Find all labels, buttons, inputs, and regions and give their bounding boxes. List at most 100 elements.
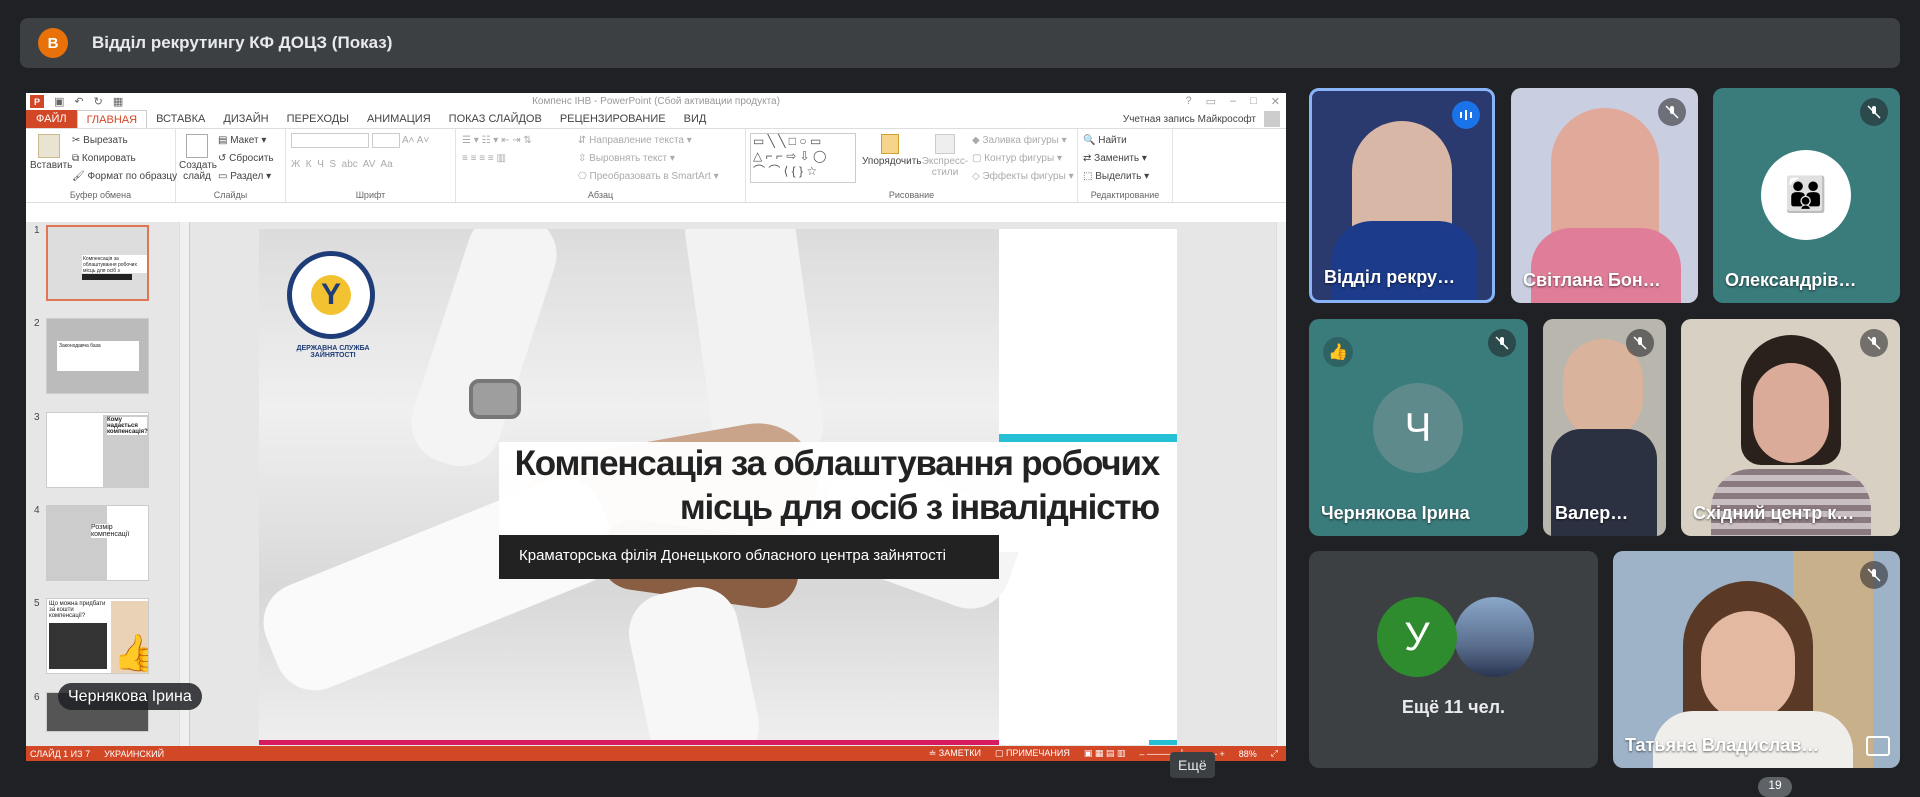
tab-design[interactable]: ДИЗАЙН xyxy=(214,110,277,128)
reset-button[interactable]: ↺ Сбросить xyxy=(218,150,274,168)
text-direction-button[interactable]: ⇵ Направление текста ▾ xyxy=(578,132,719,150)
section-button[interactable]: ▭ Раздел ▾ xyxy=(218,168,274,186)
select-label: Выделить xyxy=(1095,171,1142,182)
close-icon[interactable]: ✕ xyxy=(1271,95,1280,108)
underline-button[interactable]: Ч xyxy=(317,159,324,170)
shape-fill-button[interactable]: ◆ Заливка фигуры ▾ xyxy=(972,132,1074,150)
font-size-box[interactable] xyxy=(371,132,400,148)
ppt-window-title: Компенс ІНВ - PowerPoint (Сбой активации… xyxy=(532,96,780,107)
find-button[interactable]: 🔍 Найти xyxy=(1083,132,1167,150)
others-avatar: У xyxy=(1377,597,1457,677)
slide-scrollbar[interactable] xyxy=(1276,222,1286,746)
group-drawing: ▭ ╲ ╲ □ ○ ▭ △ ⌐ ⌐ ⇨ ⇩ ◯ ⌒ ⌒ ⟨ { } ☆ Упоряд… xyxy=(746,129,1078,202)
tab-home[interactable]: ГЛАВНАЯ xyxy=(76,110,148,128)
tab-file[interactable]: ФАЙЛ xyxy=(26,110,77,128)
participant-tile-4[interactable]: 👍 Ч Чернякова Ірина xyxy=(1309,319,1528,536)
shadow-button[interactable]: S xyxy=(329,159,336,170)
logo-text: ДЕРЖАВНА СЛУЖБА ЗАЙНЯТОСТІ xyxy=(296,345,370,359)
paste-button[interactable]: Вставить xyxy=(30,132,72,171)
window-controls: ? ▭ – □ ✕ xyxy=(1185,95,1280,108)
tab-slideshow[interactable]: ПОКАЗ СЛАЙДОВ xyxy=(440,110,551,128)
ribbon-display-icon[interactable]: ▭ xyxy=(1206,95,1216,108)
participant-tile-2[interactable]: Світлана Бон… xyxy=(1511,88,1698,303)
slide-subtitle-box[interactable]: Краматорська філія Донецького обласного … xyxy=(499,535,999,579)
quick-styles-label: Экспресс-стили xyxy=(921,156,969,178)
select-button[interactable]: ⬚ Выделить ▾ xyxy=(1083,168,1167,186)
picture-in-picture-icon[interactable] xyxy=(1866,736,1890,756)
others-tile[interactable]: У Ещё 11 чел. xyxy=(1309,551,1598,768)
participant-tile-6[interactable]: Східний центр к… xyxy=(1681,319,1900,536)
participant-tile-3[interactable]: 👪 Олександрів… xyxy=(1713,88,1900,303)
shape-fill-label: Заливка фигуры xyxy=(982,135,1059,146)
slide-thumbnail-2[interactable]: Законодавча база xyxy=(46,318,149,394)
comments-label: ПРИМЕЧАНИЯ xyxy=(1005,748,1070,758)
notes-button[interactable]: ≐ ЗАМЕТКИ xyxy=(929,748,981,759)
help-icon[interactable]: ? xyxy=(1185,95,1191,108)
spacing-button[interactable]: AV xyxy=(363,159,376,170)
maximize-icon[interactable]: □ xyxy=(1250,95,1257,108)
layout-button[interactable]: ▤ Макет ▾ xyxy=(218,132,274,150)
participant-tile-1[interactable]: Відділ рекру… xyxy=(1309,88,1495,303)
shared-screen-powerpoint: P ▣ ↶ ↻ ▦ Компенс ІНВ - PowerPoint (Сбой… xyxy=(26,93,1286,761)
meeting-title: Відділ рекрутингу КФ ДОЦЗ (Показ) xyxy=(92,33,393,52)
presenter-avatar: В xyxy=(38,28,68,58)
slide-thumbnails-pane: 1 Компенсація за облаштування робочих мі… xyxy=(26,222,190,746)
slide-thumbnail-3[interactable]: Кому надається компенсація? xyxy=(46,412,149,488)
cut-button[interactable]: ✂ Вырезать xyxy=(72,132,177,150)
bold-button[interactable]: Ж xyxy=(291,159,300,170)
meeting-header: В Відділ рекрутингу КФ ДОЦЗ (Показ) xyxy=(20,18,1900,68)
smartart-button[interactable]: ⎔ Преобразовать в SmartArt ▾ xyxy=(578,168,719,186)
slide-thumbnail-5[interactable]: Що можна придбати за кошти компенсації? … xyxy=(46,598,149,674)
copy-label: Копировать xyxy=(81,153,136,164)
tab-animation[interactable]: АНИМАЦИЯ xyxy=(358,110,440,128)
participant-video xyxy=(1753,363,1829,463)
case-button[interactable]: Aa xyxy=(380,159,392,170)
zoom-level[interactable]: 88% xyxy=(1239,749,1257,759)
minimize-icon[interactable]: – xyxy=(1230,95,1236,108)
strikethrough-button[interactable]: abc xyxy=(342,159,358,170)
comments-button[interactable]: ▢ ПРИМЕЧАНИЯ xyxy=(995,748,1070,759)
slide-thumbnail-1[interactable]: Компенсація за облаштування робочих місц… xyxy=(46,225,149,301)
shape-effects-button[interactable]: ◇ Эффекты фигуры ▾ xyxy=(972,168,1074,186)
tab-insert[interactable]: ВСТАВКА xyxy=(147,110,214,128)
thumbnail-photo xyxy=(47,506,107,580)
account-avatar-icon[interactable] xyxy=(1264,111,1280,127)
align-text-button[interactable]: ⇳ Выровнять текст ▾ xyxy=(578,150,719,168)
new-slide-button[interactable]: Создать слайд xyxy=(179,132,218,182)
italic-button[interactable]: К xyxy=(306,159,312,170)
slide-editor: Y ДЕРЖАВНА СЛУЖБА ЗАЙНЯТОСТІ Компенсація… xyxy=(191,222,1286,746)
group-slides: Создать слайд ▤ Макет ▾ ↺ Сбросить ▭ Раз… xyxy=(176,129,286,202)
shapes-gallery[interactable]: ▭ ╲ ╲ □ ○ ▭ △ ⌐ ⌐ ⇨ ⇩ ◯ ⌒ ⌒ ⟨ { } ☆ xyxy=(750,133,856,183)
new-slide-label: Создать слайд xyxy=(179,160,218,182)
thumbnail-subtitle-bar xyxy=(82,274,132,280)
arrange-button[interactable]: Упорядочить xyxy=(862,132,922,167)
align-buttons[interactable]: ≡ ≡ ≡ ≡ ▥ xyxy=(462,150,572,168)
people-count-badge[interactable]: 19 xyxy=(1758,777,1792,797)
font-group-label: Шрифт xyxy=(355,190,386,200)
slide-thumbnail-4[interactable]: Розмір компенсації xyxy=(46,505,149,581)
view-buttons[interactable]: ▣ ▦ ▤ ▥ xyxy=(1084,748,1126,759)
thumb-number: 3 xyxy=(34,412,40,423)
ribbon: Вставить ✂ Вырезать ⧉ Копировать 🖌 Форма… xyxy=(26,128,1286,203)
watch-icon xyxy=(469,379,521,419)
participant-tile-7[interactable]: Татьяна Владислав… xyxy=(1613,551,1900,768)
ribbon-tabs: ФАЙЛ ГЛАВНАЯ ВСТАВКА ДИЗАЙН ПЕРЕХОДЫ АНИ… xyxy=(26,110,1286,128)
group-editing: 🔍 Найти ⇄ Заменить ▾ ⬚ Выделить ▾ Редакт… xyxy=(1078,129,1173,202)
tab-transitions[interactable]: ПЕРЕХОДЫ xyxy=(278,110,358,128)
quick-styles-button[interactable]: Экспресс-стили xyxy=(920,132,970,178)
list-buttons[interactable]: ☰ ▾ ☷ ▾ ⇤ ⇥ ⇅ xyxy=(462,132,572,150)
font-name-box[interactable] xyxy=(291,132,369,148)
fit-slide-icon[interactable]: ⤢ xyxy=(1271,748,1278,759)
participant-tile-5[interactable]: Валер… xyxy=(1543,319,1666,536)
ppt-status-bar: СЛАЙД 1 ИЗ 7 УКРАИНСКИЙ ≐ ЗАМЕТКИ ▢ ПРИМ… xyxy=(26,746,1286,761)
replace-button[interactable]: ⇄ Заменить ▾ xyxy=(1083,150,1167,168)
account-link[interactable]: Учетная запись Майкрософт xyxy=(1123,114,1256,125)
mic-off-icon xyxy=(1488,329,1516,357)
shape-outline-button[interactable]: ▢ Контур фигуры ▾ xyxy=(972,150,1074,168)
thumbnails-scrollbar[interactable] xyxy=(179,222,189,746)
copy-button[interactable]: ⧉ Копировать xyxy=(72,150,177,168)
tab-view[interactable]: ВИД xyxy=(675,110,716,128)
tab-review[interactable]: РЕЦЕНЗИРОВАНИЕ xyxy=(551,110,675,128)
language-indicator[interactable]: УКРАИНСКИЙ xyxy=(104,749,164,759)
format-painter-button[interactable]: 🖌 Формат по образцу xyxy=(72,168,177,186)
